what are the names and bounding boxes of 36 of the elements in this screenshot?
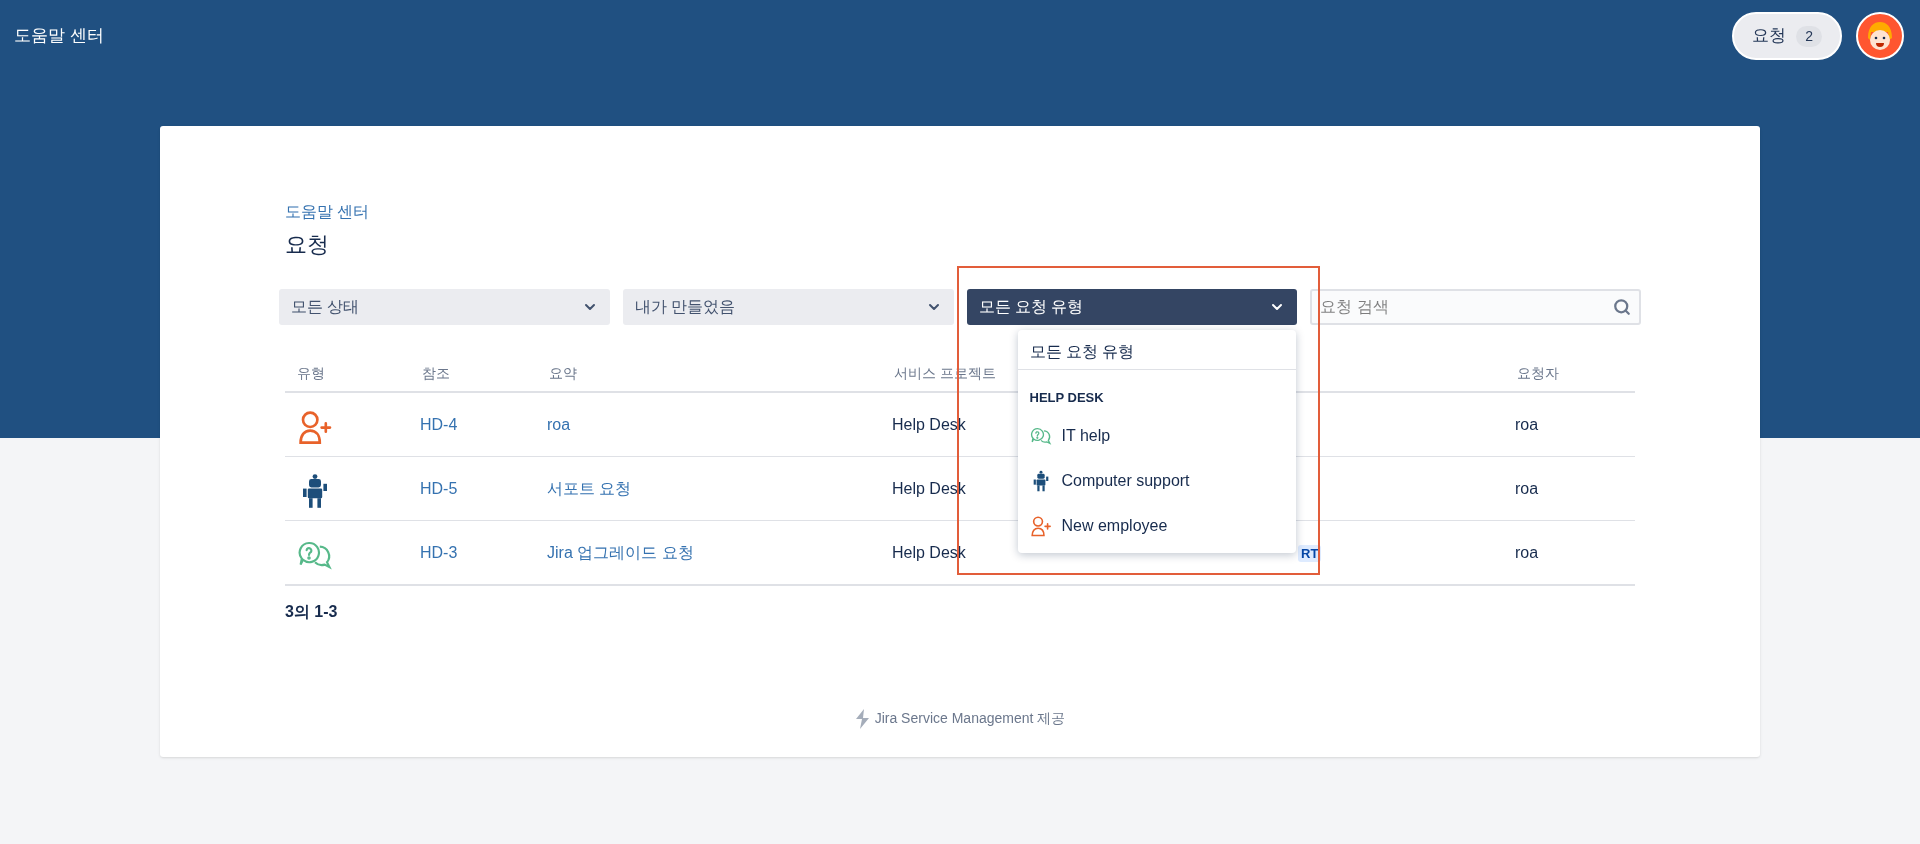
column-header: 유형 [297, 364, 325, 381]
column-header: 요청자 [1517, 364, 1559, 381]
summary-link[interactable]: Jira 업그레이드 요청 [547, 543, 694, 561]
dropdown-group-label: HELP DESK [1028, 389, 1105, 407]
filter-select[interactable]: 모든 상태 [279, 289, 610, 325]
search-input[interactable]: 요청 검색 [1320, 295, 1613, 319]
reference-link[interactable]: HD-5 [420, 479, 458, 497]
column-header: 참조 [422, 364, 450, 381]
dropdown-option[interactable]: Computer support [1017, 458, 1296, 504]
footer-text: Jira Service Management 제공 [874, 709, 1066, 728]
status-badge: RT [1298, 544, 1322, 562]
filter-select[interactable]: 내가 만들었음 [622, 289, 954, 325]
column-header: 요약 [549, 364, 577, 381]
reference-link[interactable]: HD-3 [420, 543, 458, 561]
summary-link[interactable]: 서포트 요청 [547, 479, 632, 497]
search-icon[interactable] [1613, 298, 1631, 316]
filter-select[interactable]: 모든 요청 유형 [966, 289, 1298, 325]
pagination-text: 3의 1-3 [285, 602, 338, 622]
person-plus-icon [1029, 515, 1052, 537]
lightning-icon [854, 708, 871, 729]
page-title: 요청 [285, 231, 329, 259]
reference-link[interactable]: HD-4 [420, 415, 458, 433]
summary-link[interactable]: roa [547, 415, 571, 433]
dropdown-option[interactable]: New employee [1017, 503, 1296, 549]
dropdown-option[interactable]: IT help [1017, 413, 1296, 459]
breadcrumb-link[interactable]: 도움말 센터 [285, 200, 370, 224]
search-field[interactable]: 요청 검색 [1310, 289, 1641, 325]
person-plus-icon [297, 408, 333, 445]
table-cell: roa [1515, 543, 1539, 561]
table-cell: roa [1515, 479, 1539, 497]
avatar-icon[interactable] [1856, 12, 1904, 60]
requests-button[interactable]: 요청 2 [1732, 12, 1842, 60]
question-chat-icon [1029, 425, 1052, 447]
table-cell: roa [1515, 415, 1539, 433]
help-center-title[interactable]: 도움말 센터 [14, 23, 104, 49]
request-count: 2 [1796, 25, 1822, 47]
